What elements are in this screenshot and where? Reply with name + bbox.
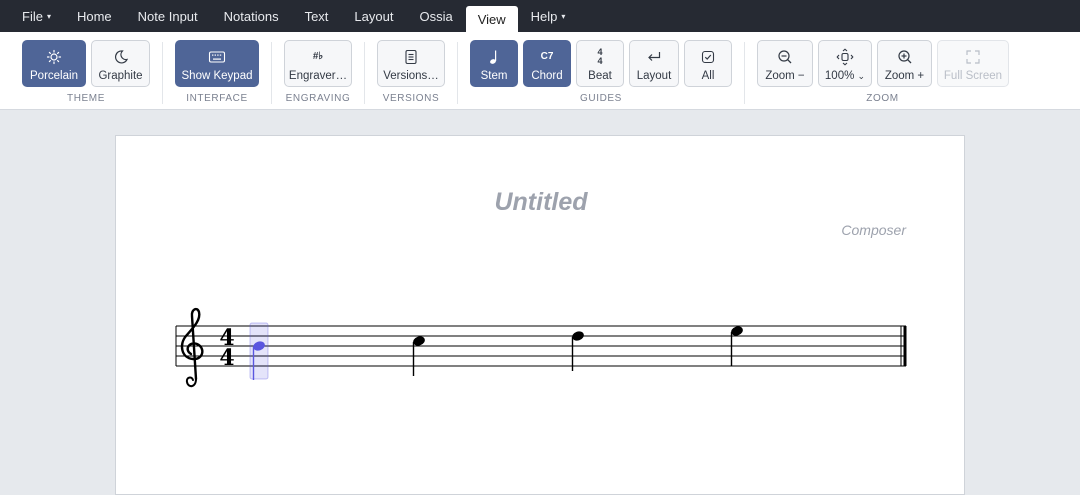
document-icon: [404, 48, 418, 66]
score-canvas[interactable]: Untitled Composer 4 4: [0, 110, 1080, 495]
zoom-group: Zoom − 100% ⌄ Zoom + Full Screen ZOOM: [745, 32, 1020, 110]
view-ribbon: Porcelain Graphite THEME Show Keypad INT…: [0, 32, 1080, 110]
return-arrow-icon: [646, 48, 662, 66]
interface-group: Show Keypad INTERFACE: [163, 32, 271, 110]
zoom-out-icon: [777, 48, 793, 66]
menu-view[interactable]: View: [465, 6, 518, 32]
score-page[interactable]: Untitled Composer 4 4: [115, 135, 965, 495]
staff-lines: [176, 325, 906, 367]
staff-system[interactable]: 4 4: [171, 306, 911, 396]
treble-clef-icon[interactable]: [180, 307, 204, 388]
chevron-down-icon: ⌄: [857, 71, 866, 81]
fit-page-icon: [836, 48, 854, 66]
menu-ossia[interactable]: Ossia: [406, 0, 465, 32]
menu-home[interactable]: Home: [64, 0, 125, 32]
quarter-note[interactable]: [730, 325, 744, 366]
menu-layout[interactable]: Layout: [341, 0, 406, 32]
guides-group: Stem C7 Chord 4 4 Beat Layout All GUIDES: [458, 32, 744, 110]
menu-file[interactable]: File ▾: [9, 0, 64, 32]
engraver-button[interactable]: #♭ Engraver…: [284, 40, 352, 87]
zoom-in-button[interactable]: Zoom +: [877, 40, 932, 87]
zoom-level-dropdown[interactable]: 100% ⌄: [818, 40, 872, 87]
fullscreen-icon: [965, 48, 981, 66]
chevron-down-icon: ▾: [46, 11, 51, 21]
menu-notations[interactable]: Notations: [211, 0, 292, 32]
menu-bar: File ▾ Home Note Input Notations Text Lay…: [0, 0, 1080, 32]
versions-group: Versions… VERSIONS: [365, 32, 457, 110]
all-guides-button[interactable]: All: [684, 40, 732, 87]
theme-group: Porcelain Graphite THEME: [0, 32, 162, 110]
sharp-flat-icon: #♭: [312, 51, 324, 62]
chevron-down-icon: ▾: [561, 11, 566, 21]
chord-guide-button[interactable]: C7 Chord: [523, 40, 571, 87]
engraving-group: #♭ Engraver… ENGRAVING: [272, 32, 364, 110]
zoom-out-button[interactable]: Zoom −: [757, 40, 813, 87]
versions-button[interactable]: Versions…: [377, 40, 445, 87]
stem-guide-button[interactable]: Stem: [470, 40, 518, 87]
checkbox-icon: [701, 48, 715, 66]
sun-icon: [46, 48, 62, 66]
graphite-theme-button[interactable]: Graphite: [91, 40, 150, 87]
selected-note[interactable]: [249, 322, 269, 380]
time-signature-bottom[interactable]: 4: [219, 345, 234, 371]
show-keypad-button[interactable]: Show Keypad: [175, 40, 259, 87]
zoom-in-icon: [897, 48, 913, 66]
quarter-note[interactable]: [571, 330, 585, 371]
menu-help[interactable]: Help ▾: [518, 0, 579, 32]
moon-icon: [113, 48, 129, 66]
quarter-note-icon: [488, 48, 500, 66]
menu-note-input[interactable]: Note Input: [125, 0, 211, 32]
score-title[interactable]: Untitled: [116, 188, 966, 217]
beat-guide-button[interactable]: 4 4 Beat: [576, 40, 624, 87]
chord-symbol-icon: C7: [540, 51, 554, 62]
keyboard-icon: [208, 48, 226, 66]
quarter-note[interactable]: [412, 335, 426, 376]
time-signature-icon: 4 4: [597, 47, 603, 66]
score-composer[interactable]: Composer: [841, 222, 906, 238]
full-screen-button[interactable]: Full Screen: [937, 40, 1009, 87]
layout-guide-button[interactable]: Layout: [629, 40, 679, 87]
menu-text[interactable]: Text: [292, 0, 342, 32]
porcelain-theme-button[interactable]: Porcelain: [22, 40, 86, 87]
